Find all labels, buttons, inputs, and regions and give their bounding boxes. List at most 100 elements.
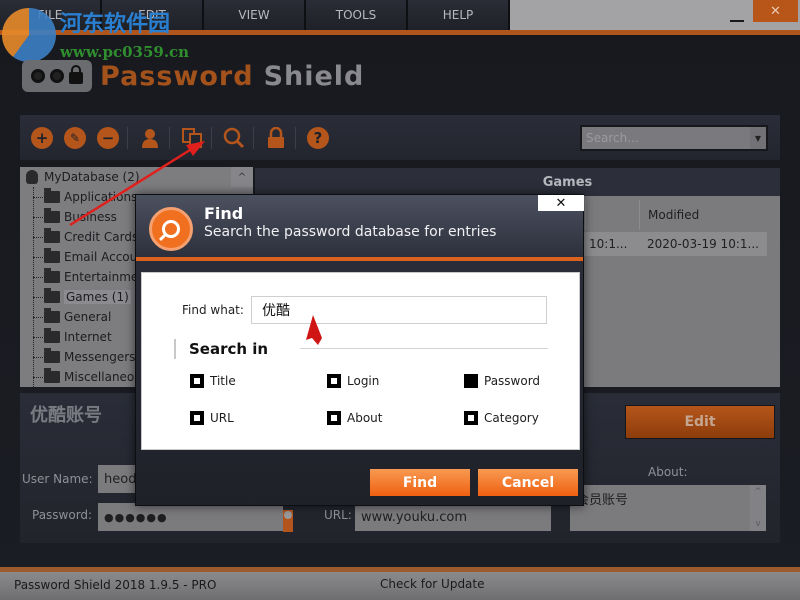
about-field[interactable]: 会员账号 ^ v: [570, 485, 766, 531]
remove-entry-button[interactable]: −: [97, 126, 119, 149]
tree-item-label: Internet: [64, 330, 112, 344]
folder-icon: [44, 328, 60, 343]
cancel-button[interactable]: Cancel: [478, 469, 578, 496]
checkbox-unchecked-icon: [464, 411, 478, 425]
logo-word-password: Password: [100, 60, 254, 92]
toolbar-separator: [295, 126, 296, 149]
tree-item-label: Games (1): [64, 290, 131, 304]
lock-button[interactable]: [265, 126, 287, 149]
tree-root-label: MyDatabase (2): [44, 170, 140, 184]
search-dropdown-button[interactable]: ▼: [750, 127, 766, 149]
folder-icon: [44, 208, 60, 223]
entry-title: 优酷账号: [30, 405, 102, 426]
checkbox-unchecked-icon: [327, 411, 341, 425]
toolbar-separator: [211, 126, 212, 149]
column-modified[interactable]: Modified: [639, 200, 767, 230]
logo-lock-icon: [69, 65, 83, 84]
menu-help[interactable]: HELP: [408, 0, 510, 30]
lock-icon: [268, 126, 284, 148]
help-button[interactable]: ?: [307, 126, 329, 149]
search-combobox[interactable]: ▼: [580, 125, 768, 151]
entries-header: Games: [255, 168, 780, 196]
column-created[interactable]: [585, 200, 639, 230]
lens-shape: [162, 220, 180, 238]
edit-entry-button[interactable]: ✎: [64, 126, 86, 149]
add-icon: +: [35, 128, 49, 147]
section-divider: [300, 348, 548, 349]
checkbox-label: About: [347, 411, 383, 425]
find-button[interactable]: [223, 127, 245, 149]
category-title: Games: [542, 174, 593, 190]
url-field[interactable]: www.youku.com: [355, 503, 551, 531]
menu-accent-line: [0, 30, 800, 35]
show-password-toggle[interactable]: [283, 510, 293, 532]
database-icon: [26, 170, 38, 184]
checkbox-label: URL: [210, 411, 234, 425]
dialog-body: Find what: Search in Title Login Passwor…: [141, 272, 580, 450]
entry-modified-cell: 2020-03-19 10:1...: [647, 237, 759, 251]
version-text: Password Shield 2018 1.9.5 - PRO: [14, 578, 217, 592]
checkbox-unchecked-icon: [190, 411, 204, 425]
dialog-close-button[interactable]: ✕: [538, 195, 584, 211]
folder-icon: [44, 348, 60, 363]
tree-item-label: General: [64, 310, 112, 324]
app-logo: Password Shield: [22, 60, 364, 92]
checkbox-url[interactable]: URL: [190, 411, 234, 425]
menu-view[interactable]: VIEW: [204, 0, 306, 30]
menu-bar: FILE EDIT VIEW TOOLS HELP ✕: [0, 0, 800, 35]
username-label: User Name:: [22, 472, 93, 486]
url-label: URL:: [324, 508, 352, 522]
remove-icon: −: [101, 128, 115, 147]
find-submit-button[interactable]: Find: [370, 469, 470, 496]
checkbox-label: Category: [484, 411, 539, 425]
copy-icon: [182, 127, 202, 148]
folder-icon: [44, 368, 60, 383]
dialog-accent-line: [136, 257, 583, 261]
folder-icon: [44, 308, 60, 323]
folder-icon: [44, 268, 60, 283]
chevron-up-icon[interactable]: ^: [754, 487, 762, 497]
window-close-button[interactable]: ✕: [753, 0, 798, 22]
check-for-update-link[interactable]: Check for Update: [380, 577, 485, 591]
password-label: Password:: [32, 508, 93, 522]
chevron-down-icon[interactable]: v: [755, 519, 760, 529]
checkbox-unchecked-icon: [190, 374, 204, 388]
app-window: FILE EDIT VIEW TOOLS HELP ✕ 河东软件园 www.pc…: [0, 0, 800, 600]
user-button[interactable]: [139, 127, 161, 149]
section-marker: [174, 339, 176, 359]
checkbox-label: Title: [210, 374, 236, 388]
menu-file[interactable]: FILE: [0, 0, 102, 30]
search-input[interactable]: [582, 127, 750, 149]
checkbox-title[interactable]: Title: [190, 374, 236, 388]
checkbox-label: Login: [347, 374, 380, 388]
edit-entry-detail-button[interactable]: Edit: [625, 405, 775, 439]
toolbar: + ✎ − ? ▼: [20, 115, 780, 160]
add-entry-button[interactable]: +: [31, 126, 53, 149]
tree-root-mydatabase[interactable]: MyDatabase (2): [20, 167, 253, 187]
checkbox-login[interactable]: Login: [327, 374, 379, 388]
about-scrollbar[interactable]: ^ v: [750, 485, 766, 531]
help-icon: ?: [313, 128, 323, 147]
dialog-title: Find: [204, 204, 244, 223]
checkbox-password[interactable]: Password: [464, 374, 540, 388]
menu-tools[interactable]: TOOLS: [306, 0, 408, 30]
toolbar-separator: [169, 126, 170, 149]
search-in-heading: Search in: [189, 340, 269, 358]
checkbox-category[interactable]: Category: [464, 411, 539, 425]
edit-icon: ✎: [69, 130, 81, 145]
folder-icon: [44, 188, 60, 203]
scroll-up-button[interactable]: ^: [231, 167, 253, 187]
watermark-url: www.pc0359.cn: [60, 43, 190, 61]
find-what-input[interactable]: [251, 296, 547, 324]
copy-button[interactable]: [181, 127, 203, 149]
dialog-subtitle: Search the password database for entries: [204, 224, 497, 240]
tree-item-label: Credit Cards: [64, 230, 139, 244]
menu-edit[interactable]: EDIT: [102, 0, 204, 30]
password-field[interactable]: ●●●●●●: [98, 503, 283, 531]
checkbox-unchecked-icon: [327, 374, 341, 388]
search-icon: [223, 127, 245, 148]
minimize-button[interactable]: [730, 12, 744, 22]
chevron-up-icon: ^: [237, 171, 247, 183]
toolbar-separator: [253, 126, 254, 149]
checkbox-about[interactable]: About: [327, 411, 382, 425]
